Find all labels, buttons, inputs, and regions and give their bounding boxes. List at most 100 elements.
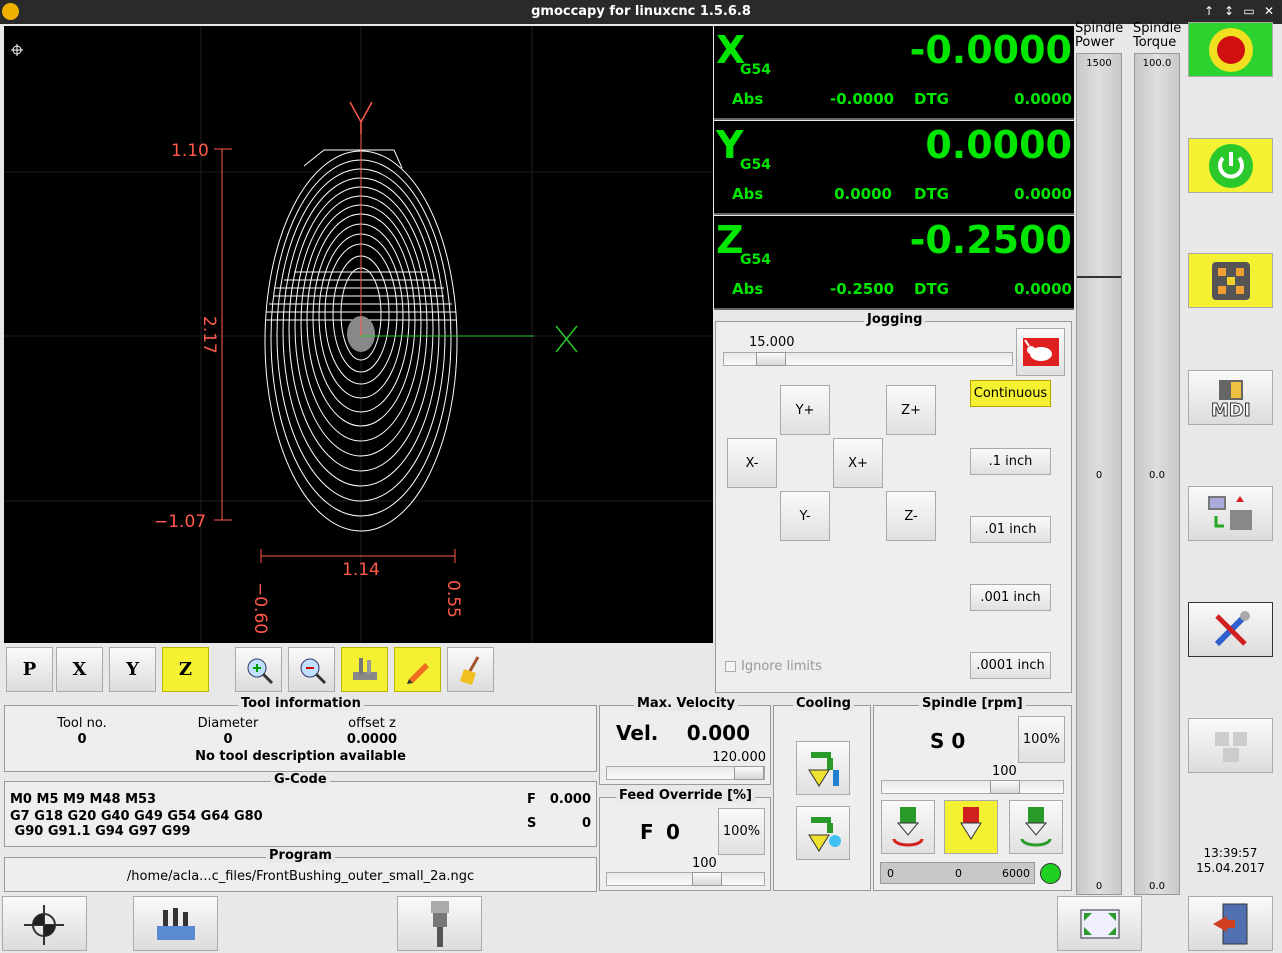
jog-x-plus-button[interactable]: X+	[833, 438, 883, 488]
user-tabs-button[interactable]	[1188, 718, 1273, 773]
program-title: Program	[266, 848, 335, 863]
jog-turtle-button[interactable]	[1016, 328, 1065, 376]
velocity-value: 0.000	[686, 721, 750, 745]
window-up-icon[interactable]: ↑	[1202, 3, 1216, 19]
view-z-button[interactable]: Z	[162, 647, 209, 692]
pencil-icon	[406, 662, 429, 684]
increment-0-0001-button[interactable]: .0001 inch	[970, 652, 1051, 679]
jogging-title: Jogging	[864, 312, 926, 327]
feed-override-slider[interactable]	[606, 872, 765, 886]
broom-icon	[459, 655, 479, 685]
ignore-limits-checkbox[interactable]	[725, 661, 736, 672]
view-x-button[interactable]: X	[56, 647, 103, 692]
spindle-power-max: 1500	[1086, 58, 1112, 69]
spindle-override-reset-button[interactable]: 100%	[1018, 716, 1065, 763]
spindle-power-bar: 1500 0 0	[1076, 53, 1122, 895]
spindle-override-knob[interactable]	[990, 780, 1020, 794]
dro-y[interactable]: Y G54 0.0000 Abs 0.0000 DTG 0.0000	[714, 121, 1074, 215]
gcode-line-3: G90 G91.1 G94 G97 G99	[10, 824, 191, 839]
zoom-out-button[interactable]	[288, 647, 335, 692]
jog-speed-slider[interactable]	[723, 352, 1013, 366]
origin-icon	[11, 44, 23, 56]
jog-speed-knob[interactable]	[756, 352, 786, 366]
zoom-in-icon	[247, 658, 273, 684]
dro-x[interactable]: X G54 -0.0000 Abs -0.0000 DTG 0.0000	[714, 26, 1074, 120]
max-velocity-slider[interactable]	[606, 766, 765, 780]
feed-override-knob[interactable]	[692, 872, 722, 886]
increment-continuous-button[interactable]: Continuous	[970, 380, 1051, 407]
dro-x-offset: G54	[740, 62, 771, 78]
spindle-override-scale: 100	[992, 764, 1017, 779]
gcode-f-value: 0.000	[549, 792, 591, 807]
reference-all-button[interactable]	[2, 896, 87, 951]
view-y-button[interactable]: Y	[109, 647, 156, 692]
spindle-stop-button[interactable]	[944, 800, 998, 854]
clear-plot-button[interactable]	[447, 647, 494, 692]
dro-z[interactable]: Z G54 -0.2500 Abs -0.2500 DTG 0.0000	[714, 216, 1074, 310]
zoom-in-button[interactable]	[235, 647, 282, 692]
dro-z-abs-label: Abs	[732, 280, 764, 298]
spindle-override-slider[interactable]	[881, 780, 1064, 794]
mist-button[interactable]	[796, 806, 850, 860]
spindle-range-value: 0	[955, 867, 962, 880]
manual-mode-button[interactable]	[1188, 253, 1273, 308]
dro-x-dtg: 0.0000	[1014, 90, 1072, 108]
jog-speed-value: 15.000	[749, 335, 795, 350]
window-close-icon[interactable]: ✕	[1262, 3, 1276, 19]
tool-button[interactable]	[397, 896, 482, 951]
tool-no-label: Tool no.	[57, 716, 107, 731]
spindle-power-min: 0	[1095, 881, 1103, 892]
increment-0-1-button[interactable]: .1 inch	[970, 448, 1051, 475]
flood-button[interactable]	[796, 741, 850, 795]
window-maximize-icon[interactable]: ▭	[1242, 3, 1256, 19]
tools-icon	[1214, 610, 1250, 646]
jog-x-minus-button[interactable]: X-	[727, 438, 777, 488]
home-axes-icon	[23, 904, 64, 945]
zoom-out-icon	[300, 658, 326, 684]
dro-y-abs-label: Abs	[732, 185, 764, 203]
spindle-power-marker	[1077, 276, 1121, 278]
dro-y-abs: 0.0000	[834, 185, 892, 203]
jog-z-minus-button[interactable]: Z-	[886, 491, 936, 541]
preview-canvas[interactable]: 1.10 −1.07 1.14 2.17 −0.60 0.55	[4, 26, 713, 643]
velocity-label: Vel.	[616, 721, 659, 745]
dro-z-value: -0.2500	[909, 218, 1072, 262]
window-shade-icon[interactable]: ↕	[1222, 3, 1236, 19]
spindle-torque-label-2: Torque	[1133, 35, 1177, 50]
svg-text:MDI: MDI	[1211, 400, 1251, 420]
max-velocity-title: Max. Velocity	[634, 696, 738, 711]
diameter-label: Diameter	[197, 716, 259, 731]
spindle-forward-button[interactable]	[881, 800, 935, 854]
jog-z-plus-button[interactable]: Z+	[886, 385, 936, 435]
dimensions-button[interactable]	[341, 647, 388, 692]
jog-y-plus-button[interactable]: Y+	[780, 385, 830, 435]
dim-x-right: 0.55	[443, 580, 463, 618]
mdi-mode-button[interactable]: MDI	[1188, 370, 1273, 425]
spindle-speed-bar: 0 0 6000	[880, 862, 1035, 884]
fullscreen-button[interactable]	[1057, 896, 1142, 951]
gcode-preview[interactable]: 1.10 −1.07 1.14 2.17 −0.60 0.55	[4, 26, 713, 643]
max-velocity-knob[interactable]	[734, 766, 764, 780]
offset-z-value: 0.0000	[346, 732, 398, 747]
machine-power-button[interactable]	[1188, 138, 1273, 193]
spindle-reverse-button[interactable]	[1009, 800, 1063, 854]
auto-mode-button[interactable]	[1188, 486, 1273, 541]
touch-off-button[interactable]	[133, 896, 218, 951]
settings-button[interactable]	[1188, 602, 1273, 657]
dro-x-value: -0.0000	[909, 28, 1072, 72]
spindle-torque-min: 0.0	[1149, 881, 1165, 892]
jog-y-minus-button[interactable]: Y-	[780, 491, 830, 541]
mdi-icon: MDI	[1210, 379, 1251, 420]
show-path-button[interactable]	[394, 647, 441, 692]
exit-button[interactable]	[1188, 896, 1273, 951]
gcode-f-label: F	[527, 792, 536, 807]
spindle-torque-label-1: Spindle	[1133, 21, 1182, 36]
feed-override-reset-button[interactable]: 100%	[718, 808, 765, 855]
feed-override-title: Feed Override [%]	[616, 788, 755, 803]
user-tabs-icon	[1214, 731, 1247, 762]
increment-0-001-button[interactable]: .001 inch	[970, 584, 1051, 611]
estop-button[interactable]	[1188, 22, 1273, 77]
view-p-button[interactable]: P	[6, 647, 53, 692]
increment-0-01-button[interactable]: .01 inch	[970, 516, 1051, 543]
dim-y-top: 1.10	[171, 141, 209, 161]
